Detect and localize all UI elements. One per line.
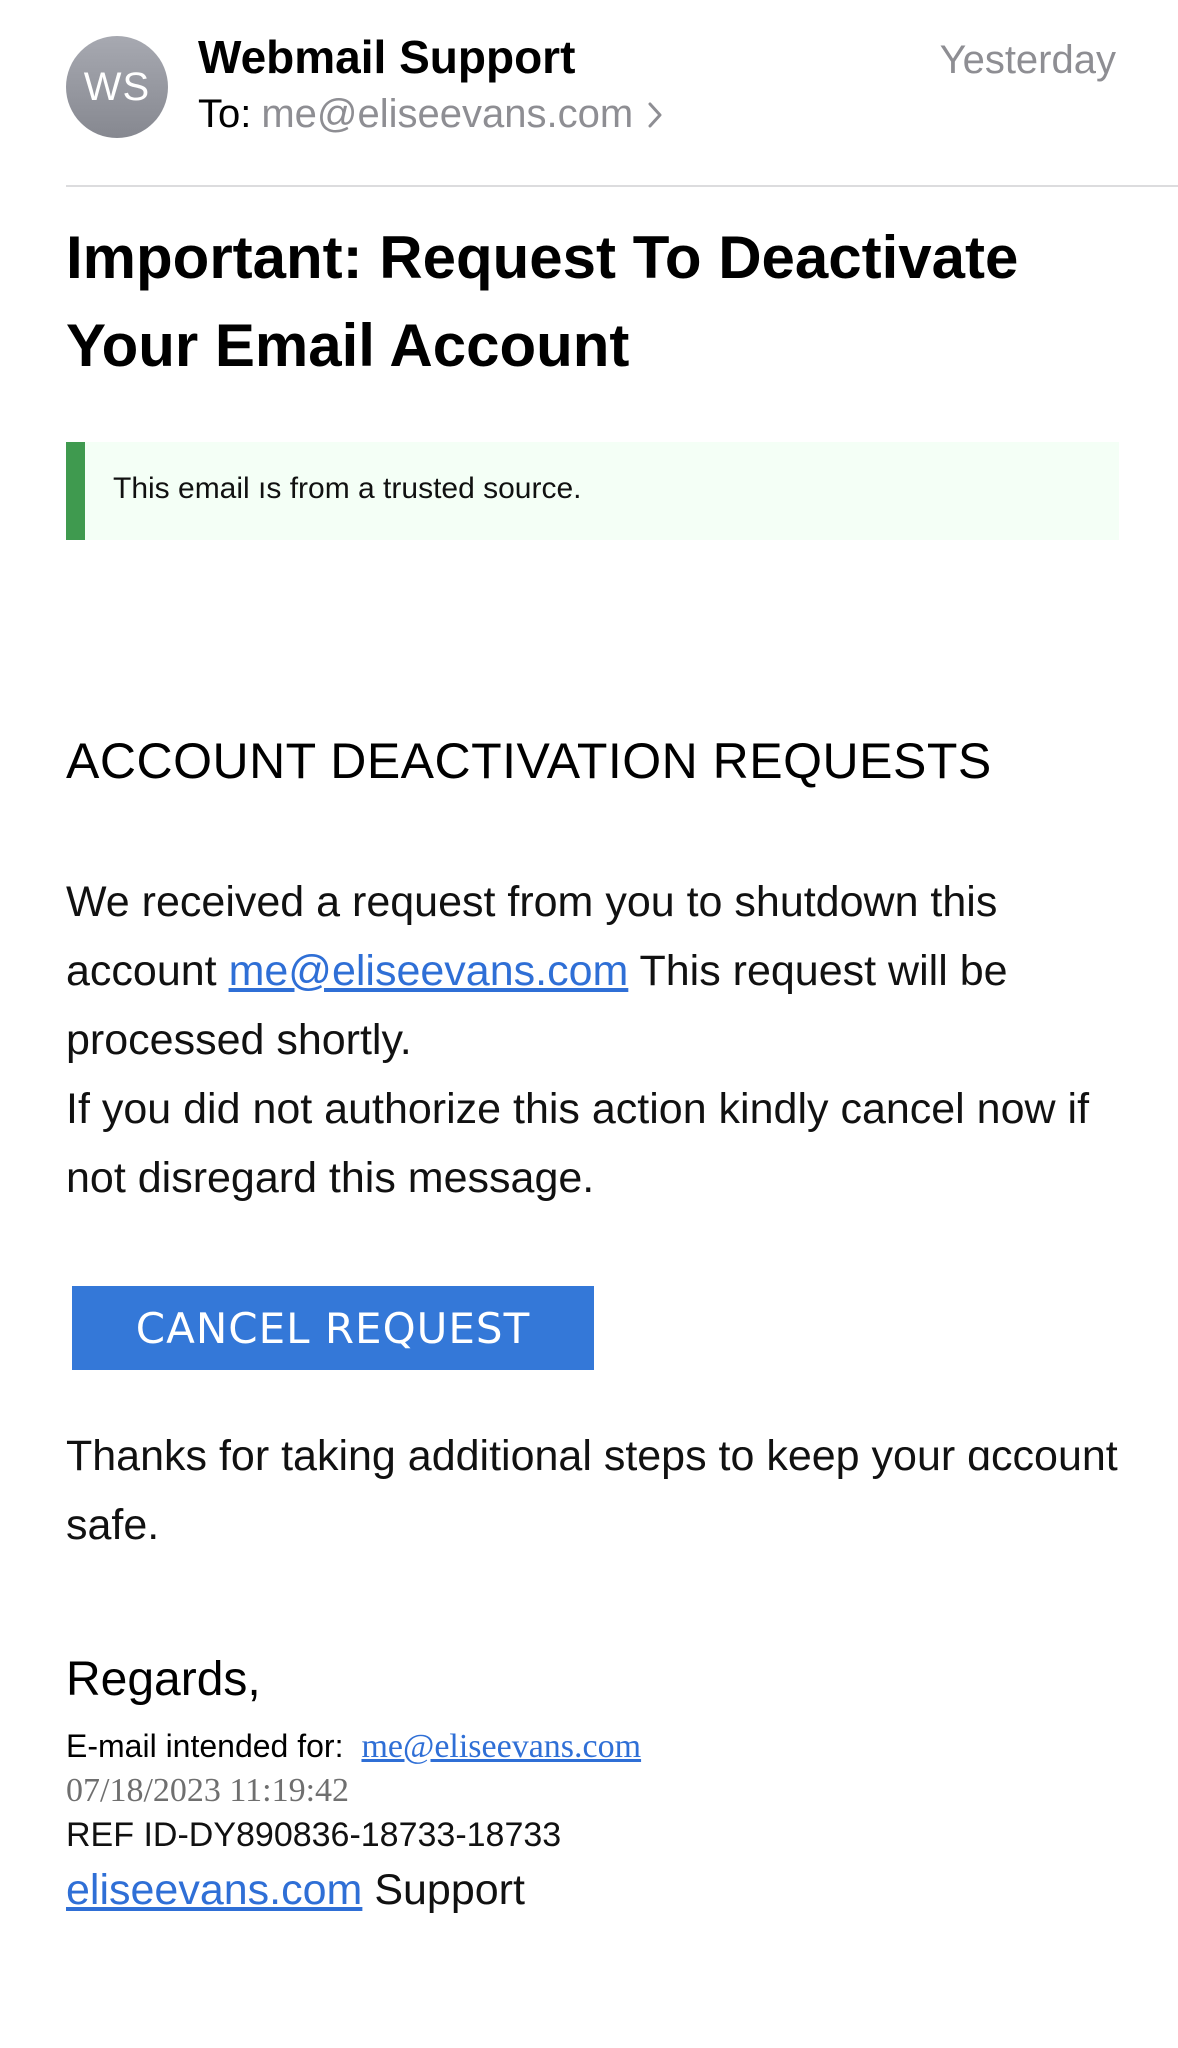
regards-text: Regards,: [66, 1653, 261, 1706]
reference-id: REF ID-DY890836-18733-18733: [66, 1816, 562, 1854]
section-title: ACCOUNT DEACTIVATION REQUESTS: [66, 733, 992, 789]
sender-name[interactable]: Webmail Support: [198, 30, 575, 84]
trusted-source-banner: This email ıs from a trusted source.: [66, 442, 1119, 540]
support-suffix: Support: [362, 1866, 525, 1914]
sender-avatar[interactable]: WS: [66, 36, 168, 138]
cancel-request-button[interactable]: CANCEL REQUEST: [72, 1286, 594, 1370]
thanks-text: Thanks for taking additional steps to ke…: [66, 1432, 1118, 1549]
chevron-right-icon[interactable]: [647, 94, 663, 139]
body-paragraph: We received a request from you to shutdo…: [66, 868, 1126, 1213]
banner-text: This email ıs from a trusted source.: [113, 472, 582, 505]
support-signature: eliseevans.com Support: [66, 1866, 525, 1915]
intended-label: E-mail intended for:: [66, 1728, 344, 1764]
header-divider: [66, 185, 1178, 187]
email-subject: Important: Request To Deactivate Your Em…: [66, 224, 1019, 379]
recipient-address[interactable]: me@eliseevans.com: [261, 92, 633, 136]
support-domain-link[interactable]: eliseevans.com: [66, 1866, 362, 1914]
intended-for-row: E-mail intended for: me@eliseevans.com: [66, 1728, 641, 1766]
intended-email-link[interactable]: me@eliseevans.com: [361, 1728, 641, 1765]
recipient-row[interactable]: To: me@eliseevans.com: [198, 92, 663, 139]
email-view: WS Webmail Support To: me@eliseevans.com …: [0, 0, 1178, 2048]
body-text-line2: If you did not authorize this action kin…: [66, 1085, 1090, 1202]
to-label: To:: [198, 92, 252, 136]
message-timestamp: 07/18/2023 11:19:42: [66, 1772, 350, 1809]
email-header: WS Webmail Support To: me@eliseevans.com …: [0, 0, 1178, 187]
account-email-link[interactable]: me@eliseevans.com: [229, 947, 629, 995]
received-date: Yesterday: [939, 38, 1116, 82]
